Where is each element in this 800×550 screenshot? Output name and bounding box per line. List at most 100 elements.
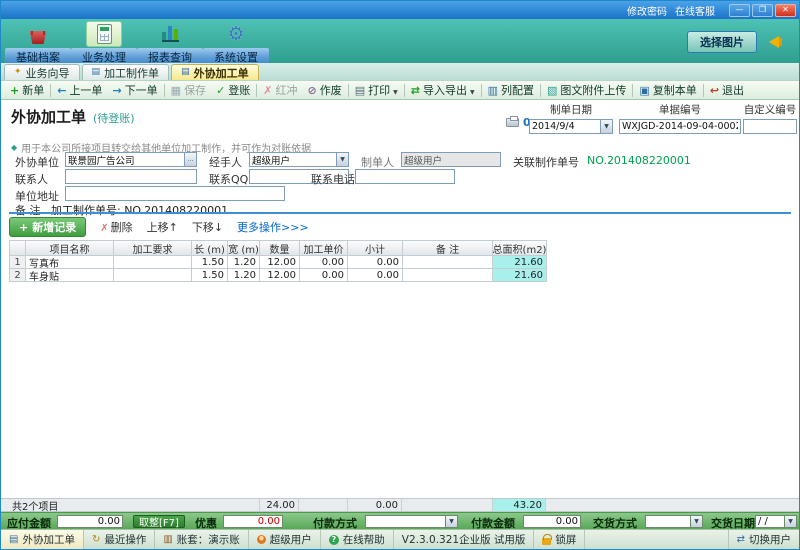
handler-input[interactable] — [249, 152, 336, 167]
payment-footer: 应付金额 0.00 取整[F7] 优惠 0.00 付款方式 ▼ 付款金额 0.0… — [1, 512, 799, 529]
recent-operations-button[interactable]: 最近操作 — [84, 530, 155, 549]
prev-order-button[interactable]: 上一单 — [52, 81, 107, 99]
separator — [164, 84, 165, 97]
form-icon — [92, 68, 101, 77]
pay-method-dropdown-button[interactable]: ▼ — [445, 515, 458, 528]
add-record-button[interactable]: 新增记录 — [9, 217, 86, 237]
column-config-button[interactable]: 列配置 — [483, 81, 539, 99]
attachment-upload-button[interactable]: 图文附件上传 — [542, 81, 631, 99]
lock-icon — [542, 538, 551, 545]
print-button[interactable]: 打印 — [350, 81, 403, 99]
requirement-cell[interactable] — [114, 256, 192, 269]
maximize-button[interactable]: ❐ — [752, 4, 773, 17]
calculator-icon — [97, 24, 112, 44]
width-cell[interactable]: 1.20 — [228, 256, 260, 269]
discount-amount[interactable]: 0.00 — [223, 515, 283, 528]
header-cell: 数量 — [260, 241, 300, 256]
delivery-method-combo[interactable]: ▼ — [645, 515, 703, 528]
pick-image-button[interactable]: 选择图片 — [687, 31, 757, 53]
tab-outsourcing-order[interactable]: 外协加工单 — [171, 64, 259, 80]
contact-input[interactable] — [65, 169, 197, 184]
online-help-button[interactable]: ?在线帮助 — [321, 530, 394, 549]
header-cell: 加工单价 — [300, 241, 348, 256]
outsourcing-unit-input[interactable] — [65, 152, 184, 167]
exit-button[interactable]: 退出 — [705, 81, 749, 99]
related-order-label: 关联制作单号 — [513, 154, 579, 170]
row-number-cell: 1 — [10, 256, 26, 269]
printer-icon[interactable] — [506, 118, 519, 127]
subtotal-cell[interactable]: 0.00 — [348, 256, 403, 269]
payable-amount[interactable]: 0.00 — [57, 515, 123, 528]
current-user-button[interactable]: 超级用户 — [249, 530, 321, 549]
unit-price-cell[interactable]: 0.00 — [300, 269, 348, 282]
form-icon — [9, 535, 18, 545]
switch-user-button[interactable]: 切换用户 — [728, 530, 799, 549]
next-order-button[interactable]: 下一单 — [107, 81, 162, 99]
requirement-cell[interactable] — [114, 269, 192, 282]
page-title: 外协加工单 — [11, 106, 86, 127]
minimize-button[interactable]: — — [729, 4, 750, 17]
post-button[interactable]: 登账 — [211, 81, 255, 99]
total-area-cell: 21.60 — [493, 269, 547, 282]
tab-business-wizard[interactable]: 业务向导 — [4, 64, 80, 80]
delivery-method-dropdown-button[interactable]: ▼ — [690, 515, 703, 528]
area-total: 43.20 — [492, 499, 546, 511]
quantity-cell[interactable]: 12.00 — [260, 269, 300, 282]
header-cell: 宽 (m) — [228, 241, 260, 256]
quantity-cell[interactable]: 12.00 — [260, 256, 300, 269]
copy-order-button[interactable]: 复制本单 — [634, 81, 701, 99]
change-password-link[interactable]: 修改密码 — [627, 3, 667, 18]
tab-production-order[interactable]: 加工制作单 — [82, 64, 170, 80]
pay-amount[interactable]: 0.00 — [523, 515, 581, 528]
address-input[interactable] — [65, 186, 285, 201]
handler-dropdown-button[interactable]: ▼ — [336, 152, 349, 167]
unit-lookup-button[interactable]: … — [184, 152, 197, 167]
nav-item-basic-files[interactable]: 基础档案 — [5, 21, 71, 66]
unit-price-cell[interactable]: 0.00 — [300, 256, 348, 269]
save-icon — [171, 85, 181, 96]
online-support-link[interactable]: 在线客服 — [675, 3, 715, 18]
length-cell[interactable]: 1.50 — [192, 256, 228, 269]
void-button[interactable]: 作废 — [303, 81, 347, 99]
total-area-cell: 21.60 — [493, 256, 547, 269]
related-order-link[interactable]: NO.201408220001 — [587, 154, 691, 167]
delivery-date-dropdown-button[interactable]: ▼ — [784, 515, 797, 528]
phone-input[interactable] — [355, 169, 455, 184]
length-cell[interactable]: 1.50 — [192, 269, 228, 282]
item-count: 共2个项目 — [9, 499, 191, 511]
nav-item-reports[interactable]: 报表查询 — [137, 21, 203, 66]
action-toolbar: 新单 上一单 下一单 保存 登账 红冲 作废 打印 导入导出 列配置 图文附件上… — [1, 80, 799, 100]
move-up-button[interactable]: 上移↑ — [147, 219, 178, 235]
help-icon: ? — [329, 535, 339, 545]
nav-item-settings[interactable]: ⚙ 系统设置 — [203, 21, 269, 66]
width-cell[interactable]: 1.20 — [228, 269, 260, 282]
quantity-total: 24.00 — [259, 499, 299, 511]
delivery-date-picker[interactable]: / /▼ — [755, 515, 797, 528]
horn-announcement-icon[interactable] — [769, 36, 779, 48]
move-down-button[interactable]: 下移↓ — [192, 219, 223, 235]
header-cell: 总面积(m2) — [493, 241, 547, 256]
lock-screen-button[interactable]: 锁屏 — [534, 530, 585, 549]
remark-cell[interactable] — [403, 269, 493, 282]
remark-cell[interactable] — [403, 256, 493, 269]
new-order-button[interactable]: 新单 — [5, 81, 49, 99]
more-operations-link[interactable]: 更多操作>>> — [237, 219, 309, 235]
delete-record-button[interactable]: 删除 — [100, 219, 132, 235]
date-dropdown-button[interactable]: ▼ — [600, 119, 613, 134]
account-set-button[interactable]: 账套：演示账 — [155, 530, 248, 549]
round-button[interactable]: 取整[F7] — [133, 515, 185, 528]
item-name-cell[interactable]: 写真布 — [26, 256, 114, 269]
status-badge: (待登账) — [93, 110, 135, 126]
doc-number-input[interactable] — [619, 119, 741, 134]
handler-label: 经手人 — [209, 154, 242, 170]
order-date-input[interactable] — [529, 119, 600, 134]
nav-item-business[interactable]: 业务处理 — [71, 21, 137, 66]
item-name-cell[interactable]: 车身贴 — [26, 269, 114, 282]
table-row: 1 写真布 1.50 1.20 12.00 0.00 0.00 21.60 — [10, 256, 547, 269]
close-button[interactable]: ✕ — [775, 4, 796, 17]
record-actions: 新增记录 删除 上移↑ 下移↓ 更多操作>>> — [9, 217, 309, 237]
custom-number-input[interactable] — [743, 119, 797, 134]
subtotal-cell[interactable]: 0.00 — [348, 269, 403, 282]
pay-method-combo[interactable]: ▼ — [365, 515, 458, 528]
import-export-button[interactable]: 导入导出 — [406, 81, 480, 99]
